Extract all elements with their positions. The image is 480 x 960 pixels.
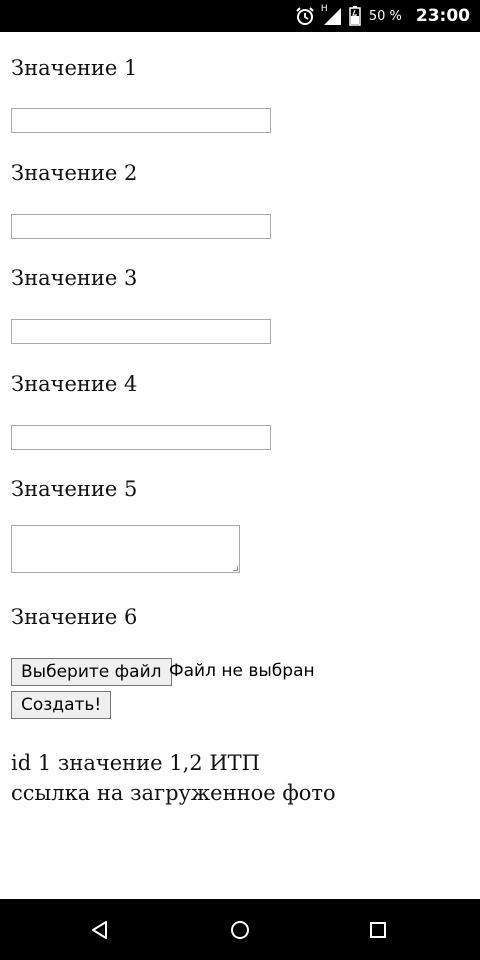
- choose-file-button[interactable]: Выберите файл: [11, 658, 172, 686]
- status-icons: H 50 % 23:00: [295, 0, 470, 32]
- recents-button[interactable]: [348, 899, 408, 960]
- field-5-textarea[interactable]: [11, 525, 240, 573]
- result-line: id 1 значение 1,2 ИТП: [11, 751, 260, 775]
- battery-icon: [349, 6, 361, 26]
- field-5-label: Значение 5: [11, 477, 138, 501]
- field-4-label: Значение 4: [11, 372, 138, 396]
- recents-icon: [370, 921, 386, 938]
- field-1-input[interactable]: [11, 108, 271, 133]
- alarm-icon: [295, 6, 315, 26]
- home-button[interactable]: [210, 899, 270, 960]
- network-type-label: H: [320, 4, 328, 14]
- back-icon: [92, 920, 107, 939]
- field-1-label: Значение 1: [11, 56, 138, 80]
- resize-grip-icon[interactable]: [233, 566, 238, 571]
- field-4-input[interactable]: [11, 425, 271, 450]
- field-3-label: Значение 3: [11, 266, 138, 290]
- uploaded-photo-link[interactable]: ссылка на загруженное фото: [11, 780, 336, 806]
- battery-percent: 50 %: [368, 8, 402, 24]
- clock: 23:00: [415, 6, 470, 26]
- create-button[interactable]: Создать!: [11, 691, 112, 719]
- back-button[interactable]: [70, 899, 130, 960]
- field-6-label: Значение 6: [11, 605, 138, 629]
- signal-icon: H: [320, 4, 343, 26]
- field-3-input[interactable]: [11, 319, 271, 344]
- field-2-label: Значение 2: [11, 161, 138, 185]
- nav-bar: [0, 899, 480, 960]
- file-status: Файл не выбран: [169, 661, 315, 681]
- home-icon: [231, 920, 249, 939]
- field-2-input[interactable]: [11, 214, 271, 239]
- status-bar: H 50 % 23:00: [0, 0, 480, 32]
